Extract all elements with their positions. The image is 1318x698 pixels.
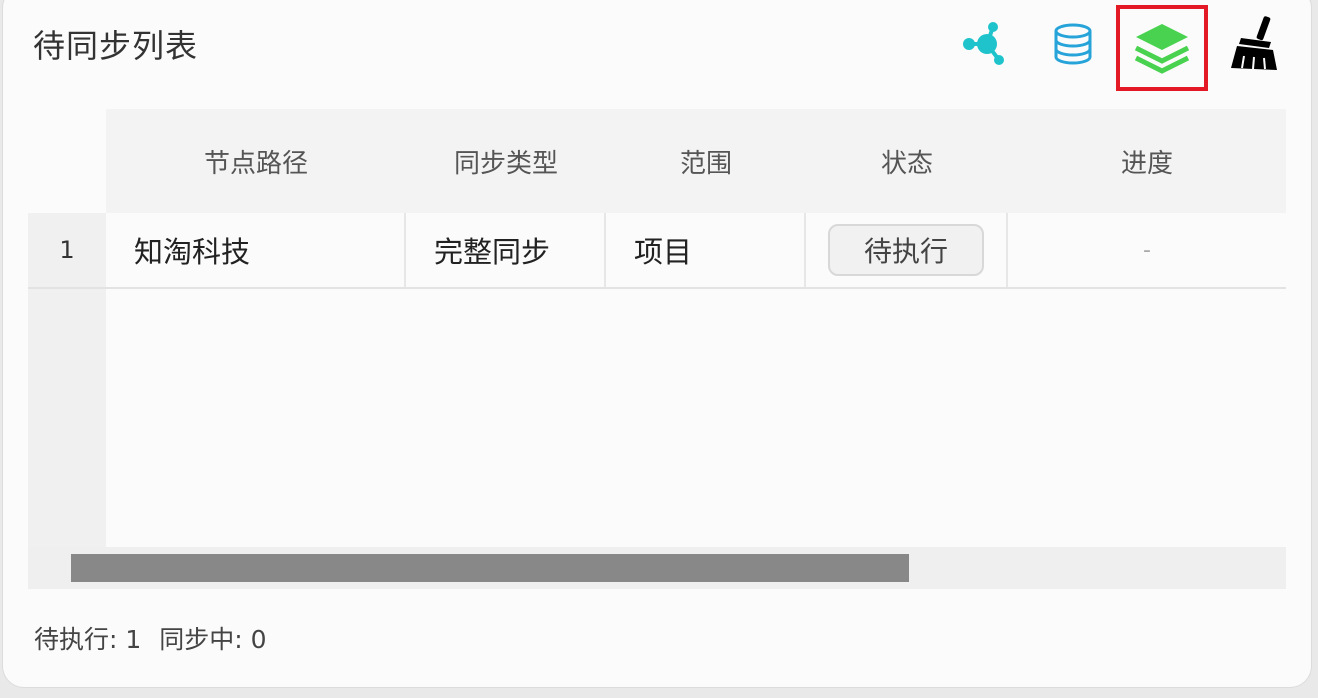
database-button[interactable] — [1044, 15, 1102, 73]
table-header: 节点路径 同步类型 范围 状态 进度 — [106, 109, 1286, 215]
cell-scope[interactable]: 项目 — [606, 213, 806, 287]
sync-table: 节点路径 同步类型 范围 状态 进度 1 知淘科技 完整同步 项目 待执行 - — [28, 109, 1286, 589]
column-header-progress[interactable]: 进度 — [1008, 109, 1286, 213]
cell-status: 待执行 — [806, 213, 1008, 287]
layers-button[interactable] — [1116, 5, 1208, 91]
layers-icon — [1134, 24, 1190, 74]
row-number: 1 — [28, 213, 106, 287]
pending-count: 待执行: 1 — [34, 625, 142, 654]
column-header-status[interactable]: 状态 — [806, 109, 1008, 213]
broom-icon — [1231, 16, 1277, 70]
column-header-path[interactable]: 节点路径 — [106, 109, 406, 213]
status-button[interactable]: 待执行 — [827, 224, 984, 276]
share-node-button[interactable] — [954, 15, 1012, 73]
cell-progress: - — [1143, 237, 1151, 263]
cell-path[interactable]: 知淘科技 — [106, 213, 406, 287]
share-node-icon — [963, 22, 1004, 65]
column-header-sync-type[interactable]: 同步类型 — [406, 109, 606, 213]
horizontal-scrollbar[interactable] — [28, 547, 1286, 589]
syncing-count: 同步中: 0 — [159, 625, 267, 654]
table-row[interactable]: 1 知淘科技 完整同步 项目 待执行 - — [28, 213, 1286, 289]
clear-button[interactable] — [1224, 15, 1282, 73]
column-header-scope[interactable]: 范围 — [606, 109, 806, 213]
row-number-header — [28, 109, 106, 213]
database-icon — [1054, 23, 1092, 65]
status-footer: 待执行: 1 同步中: 0 — [34, 620, 267, 656]
scrollbar-thumb[interactable] — [71, 554, 909, 582]
cell-sync-type[interactable]: 完整同步 — [406, 213, 606, 287]
panel-title: 待同步列表 — [33, 27, 199, 65]
